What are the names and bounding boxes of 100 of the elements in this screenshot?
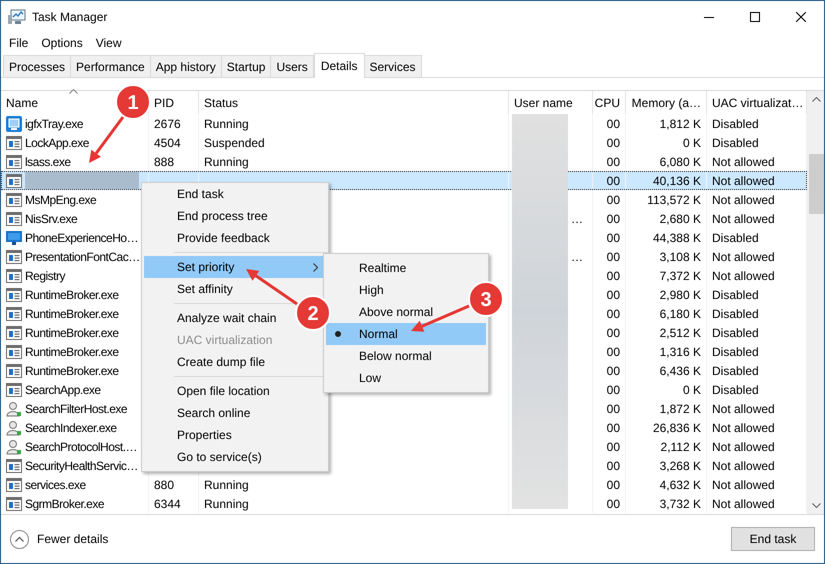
table-cell-text: 00 xyxy=(606,324,620,342)
menu-item[interactable]: Normal xyxy=(326,323,486,345)
menu-item[interactable]: Realtime xyxy=(326,257,486,279)
window-icon xyxy=(6,154,22,168)
table-cell-text: 00 xyxy=(606,420,620,436)
tab[interactable]: App history xyxy=(150,55,222,77)
table-cell-text: 1,316 K xyxy=(660,344,701,360)
menu-item[interactable]: Low xyxy=(326,367,486,389)
table-cell-text: 00 xyxy=(606,192,620,208)
table-cell-text: 00 xyxy=(606,438,620,456)
window-icon xyxy=(6,496,22,510)
table-cell-text: 2,512 K xyxy=(660,324,701,342)
table-cell-text: Not allowed xyxy=(712,476,775,494)
menu-item[interactable]: View xyxy=(90,34,126,52)
table-cell-text: 880 xyxy=(154,476,174,494)
table-cell-text: PresentationFontCac… xyxy=(25,248,140,266)
arrow xyxy=(89,116,124,163)
table-cell-text: lsass.exe xyxy=(25,154,71,170)
menu-item[interactable]: Provide feedback xyxy=(177,229,270,247)
tab[interactable]: Details xyxy=(314,53,364,78)
menu-item[interactable]: End process tree xyxy=(177,207,268,225)
menu-item[interactable]: File xyxy=(4,34,34,52)
number-badge: 2 xyxy=(295,295,331,331)
table-cell-text: 3,268 K xyxy=(660,458,701,474)
tab[interactable]: Users xyxy=(270,55,314,77)
table-cell-text: 00 xyxy=(606,306,620,322)
table-cell-text: NisSrv.exe xyxy=(25,210,78,228)
table-cell-text: 3,732 K xyxy=(660,496,701,512)
menu-item[interactable]: Open file location xyxy=(177,382,270,400)
table-cell-text: 00 xyxy=(606,248,620,266)
table-cell-text: 44,388 K xyxy=(652,230,701,246)
column-header[interactable]: Name xyxy=(6,94,38,112)
table-cell-text: 00 xyxy=(606,268,620,284)
chevron-right-icon xyxy=(313,263,318,272)
table-cell-text: 00 xyxy=(606,154,620,170)
menu-item[interactable]: Create dump file xyxy=(177,353,266,371)
window-title: Task Manager xyxy=(32,8,108,26)
menu-item[interactable]: Set affinity xyxy=(177,280,233,298)
scroll-up-icon[interactable] xyxy=(812,97,821,102)
monitor-graph-icon xyxy=(8,8,26,24)
table-cell-text: Not allowed xyxy=(712,154,775,170)
table-cell-text: Running xyxy=(204,116,249,132)
window-icon xyxy=(6,326,22,340)
column-header[interactable]: UAC virtualizat… xyxy=(712,94,804,112)
table-cell-text: 3,108 K xyxy=(660,248,701,266)
column-header[interactable]: CPU xyxy=(594,94,620,112)
table-cell-text: 00 xyxy=(606,344,620,360)
table-cell-text: RuntimeBroker.exe xyxy=(25,344,119,360)
table-cell-text: 00 xyxy=(606,172,620,190)
table-cell-text: 00 xyxy=(606,496,620,512)
table-cell-text: 6344 xyxy=(154,496,181,512)
menu-item[interactable]: Below normal xyxy=(326,345,486,367)
menu-item[interactable]: Set priority xyxy=(144,256,326,278)
table-cell-text: Not allowed xyxy=(712,172,775,190)
table-cell-text: 00 xyxy=(606,230,620,246)
table-cell-text: 2,112 K xyxy=(660,438,701,456)
fewer-details-button[interactable]: Fewer details xyxy=(10,530,108,548)
table-cell-text: 00 xyxy=(606,476,620,494)
column-header[interactable]: User name xyxy=(514,94,573,112)
table-cell-text: Not allowed xyxy=(712,496,775,512)
table-cell-text: 00 xyxy=(606,400,620,418)
table-cell-text: Not allowed xyxy=(712,192,775,208)
scroll-down-icon[interactable] xyxy=(812,503,821,508)
number-badge: 1 xyxy=(115,84,151,120)
table-cell-text: Not allowed xyxy=(712,268,775,284)
table-cell-text: 26,836 K xyxy=(652,420,701,436)
table-cell-text: Not allowed xyxy=(712,210,775,228)
column-header[interactable]: Memory (a… xyxy=(632,94,701,112)
scrollbar[interactable] xyxy=(807,91,824,514)
user-search-icon xyxy=(6,438,22,454)
collapse-icon xyxy=(10,530,29,548)
tab[interactable]: Services xyxy=(364,55,422,77)
table-cell-text: SearchIndexer.exe xyxy=(25,420,117,436)
window-icon xyxy=(6,344,22,358)
user-search-icon xyxy=(6,420,22,436)
tab[interactable]: Startup xyxy=(220,55,272,77)
window-icon xyxy=(6,136,22,150)
table-cell-text: Not allowed xyxy=(712,400,775,418)
table-cell-text: Disabled xyxy=(712,134,759,152)
table-cell-text: Not allowed xyxy=(712,458,775,474)
maximize-icon xyxy=(750,12,760,22)
window-icon xyxy=(6,478,22,492)
tab[interactable]: Performance xyxy=(70,55,151,77)
column-header[interactable]: PID xyxy=(154,94,174,112)
close-icon xyxy=(796,12,806,22)
table-cell-text: … xyxy=(571,210,583,228)
tab[interactable]: Processes xyxy=(3,55,72,77)
column-header[interactable]: Status xyxy=(204,94,238,112)
table-cell-text: 2676 xyxy=(154,116,181,132)
menu-item[interactable]: Options xyxy=(36,34,88,52)
user-search-icon xyxy=(6,400,22,416)
table-cell-text: 00 xyxy=(606,458,620,474)
table-cell-text: SearchProtocolHost.… xyxy=(25,438,138,456)
table-cell-text: 6,080 K xyxy=(660,154,701,170)
window-icon xyxy=(6,306,22,320)
scroll-thumb[interactable] xyxy=(809,154,824,214)
table-cell-text: 6,436 K xyxy=(660,362,701,380)
end-task-button[interactable]: End task xyxy=(731,527,815,551)
table-cell-text: 40,136 K xyxy=(652,172,701,190)
table-cell-text: PhoneExperienceHo… xyxy=(25,230,138,246)
